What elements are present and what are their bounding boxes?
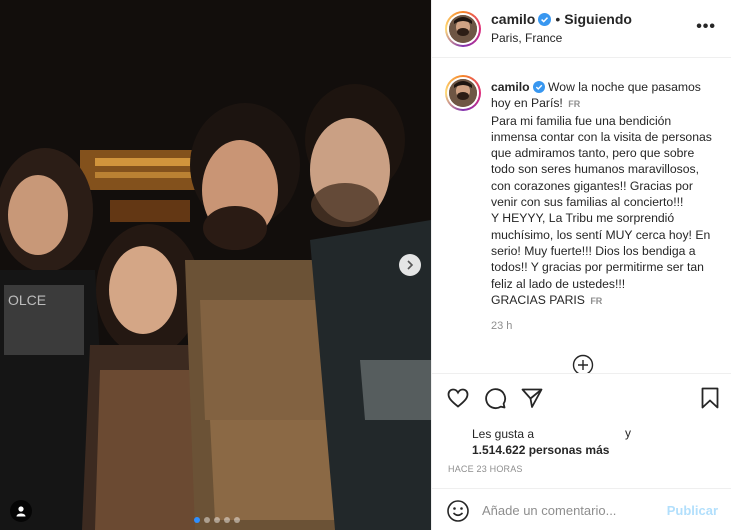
paper-plane-icon bbox=[521, 388, 543, 408]
caption-line: venir con sus familias al concierto!!! bbox=[491, 195, 684, 210]
caption-line: muchísimo, los sentí MUY cerca hoy! En bbox=[491, 227, 711, 242]
header-username[interactable]: camilo bbox=[491, 11, 535, 27]
like-button[interactable] bbox=[446, 386, 472, 412]
plus-circle-icon bbox=[572, 354, 594, 373]
add-comment-bar: Publicar bbox=[432, 488, 731, 530]
caption-line: todo son seres humanos maravillosos, bbox=[491, 162, 699, 177]
chevron-right-icon bbox=[407, 260, 414, 270]
verified-badge-icon bbox=[532, 81, 545, 93]
user-icon bbox=[16, 506, 26, 517]
carousel-dot bbox=[194, 517, 200, 523]
avatar-face-icon bbox=[449, 15, 477, 43]
post-side-panel: camilo • Siguiendo Paris, France ••• camil… bbox=[431, 0, 731, 530]
caption-text: camilo Wow la noche que pasamos hoy en P… bbox=[491, 79, 727, 309]
share-button[interactable] bbox=[520, 386, 546, 412]
avatar[interactable] bbox=[445, 11, 481, 47]
avatar-face-icon bbox=[449, 79, 477, 107]
post-location[interactable]: Paris, France bbox=[491, 31, 562, 45]
following-button[interactable]: Siguiendo bbox=[564, 11, 632, 27]
caption-line: feliz al lado de ustedes!!! bbox=[491, 276, 626, 291]
post-date[interactable]: HACE 23 HORAS bbox=[448, 464, 523, 474]
publish-button[interactable]: Publicar bbox=[667, 503, 718, 518]
carousel-dot bbox=[204, 517, 210, 523]
svg-text:OLCE: OLCE bbox=[8, 292, 46, 308]
save-button[interactable] bbox=[698, 386, 724, 412]
likes-count-link[interactable]: 1.514.622 personas más bbox=[472, 442, 609, 458]
post-header: camilo • Siguiendo Paris, France ••• bbox=[432, 0, 731, 58]
comment-bubble-icon bbox=[485, 388, 507, 410]
header-separator: • bbox=[555, 11, 561, 27]
caption-avatar[interactable] bbox=[445, 75, 481, 111]
likes-summary: Les gusta a 1.514.622 personas más bbox=[472, 426, 609, 458]
carousel-dot bbox=[234, 517, 240, 523]
carousel-dot bbox=[214, 517, 220, 523]
carousel-dot bbox=[224, 517, 230, 523]
caption-timestamp[interactable]: 23 h bbox=[491, 320, 512, 332]
caption-line: todos!! Y gracias por permitirme ser tan bbox=[491, 260, 704, 275]
carousel-indicator bbox=[194, 517, 240, 523]
load-more-comments-button[interactable] bbox=[572, 354, 594, 373]
emoji-smile-icon bbox=[447, 500, 469, 522]
more-options-icon: ••• bbox=[696, 18, 716, 35]
more-options-button[interactable]: ••• bbox=[696, 18, 716, 36]
post-photo[interactable]: OLCE bbox=[0, 0, 431, 530]
caption-line: que admiramos tanto, pero que sobre bbox=[491, 146, 695, 161]
likes-conjunction: y bbox=[625, 426, 631, 440]
bookmark-icon bbox=[701, 387, 719, 409]
caption-line: con corazones gigantes!! Gracias por bbox=[491, 178, 693, 193]
heart-icon bbox=[447, 388, 469, 408]
caption-first-line: Wow la noche que pasamos bbox=[548, 80, 701, 94]
comment-input[interactable] bbox=[482, 495, 662, 525]
carousel-next-button[interactable] bbox=[399, 254, 421, 276]
caption-line: inmensa contar con la visita de personas bbox=[491, 129, 712, 144]
caption-line: hoy en París! FR bbox=[491, 96, 581, 111]
caption-line: serio! Muy fuerte!!! Dios los bendiga a bbox=[491, 243, 696, 258]
emoji-button[interactable] bbox=[446, 499, 470, 523]
user-tags-button[interactable] bbox=[10, 500, 32, 522]
caption-line: GRACIAS PARIS FR bbox=[491, 292, 603, 307]
caption-line: camilo Wow la noche que pasamos bbox=[491, 79, 727, 95]
caption-line: Y HEYYY, La Tribu me sorprendió bbox=[491, 211, 675, 226]
caption-line: Para mi familia fue una bendición bbox=[491, 113, 672, 128]
comment-button[interactable] bbox=[483, 386, 509, 412]
caption-username[interactable]: camilo bbox=[491, 80, 530, 94]
caption-section: camilo Wow la noche que pasamos hoy en P… bbox=[432, 59, 731, 373]
likes-prefix: Les gusta a bbox=[472, 427, 535, 441]
translate-link[interactable]: FR bbox=[568, 99, 580, 109]
verified-badge-icon bbox=[538, 13, 552, 26]
header-title-line: camilo • Siguiendo bbox=[491, 11, 632, 27]
post-photo-illustration: OLCE bbox=[0, 0, 431, 530]
translate-link[interactable]: FR bbox=[590, 296, 602, 306]
